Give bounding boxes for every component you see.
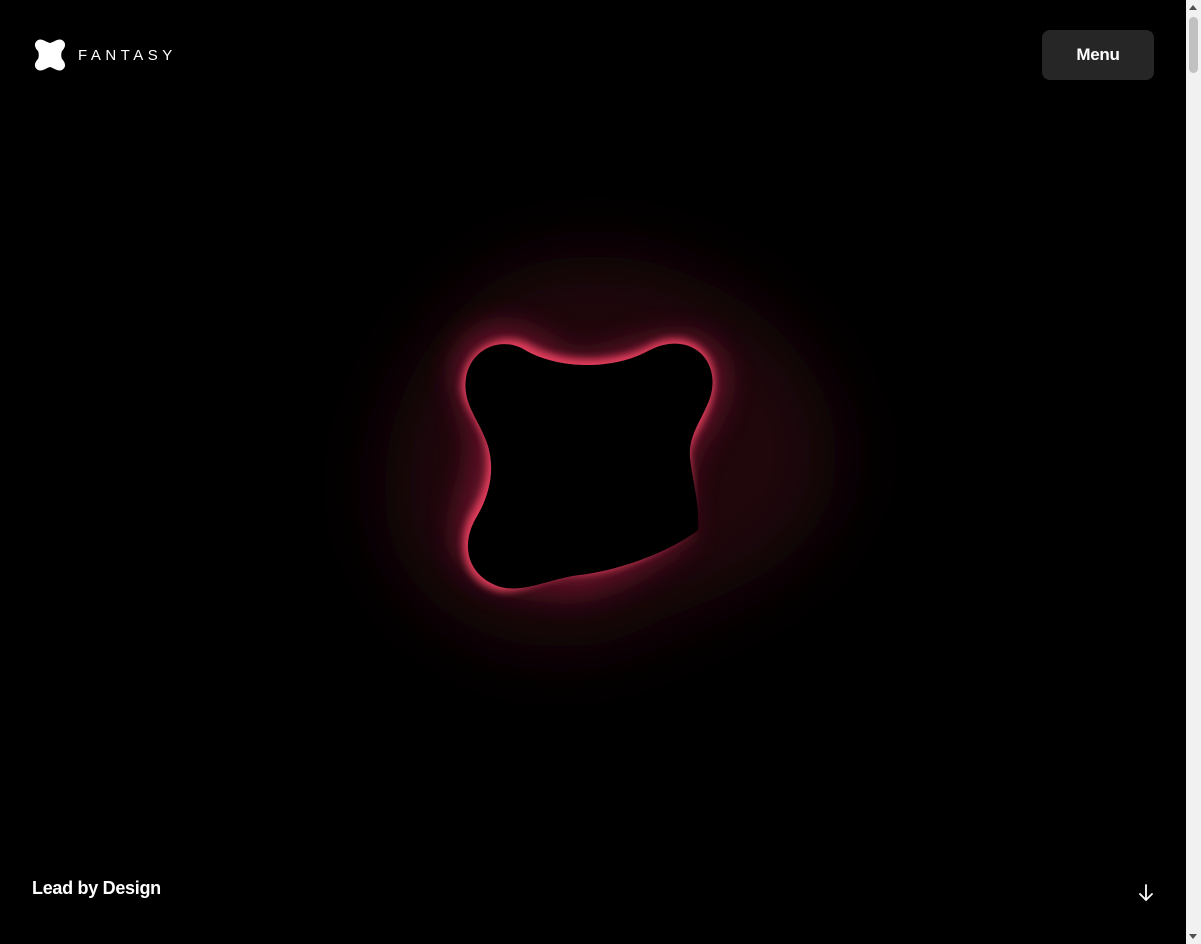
arrow-down-icon[interactable] xyxy=(1134,881,1158,905)
menu-button[interactable]: Menu xyxy=(1042,30,1154,80)
scrollbar-thumb[interactable] xyxy=(1189,17,1198,73)
brand-name: FANTASY xyxy=(78,46,177,64)
fantasy-logo-icon xyxy=(34,39,66,71)
page: FANTASY Menu Lead by Design xyxy=(0,0,1186,944)
vertical-scrollbar[interactable] xyxy=(1186,0,1201,944)
scroll-down-icon[interactable] xyxy=(1189,934,1197,939)
brand-logo[interactable]: FANTASY xyxy=(32,37,177,73)
scroll-up-icon[interactable] xyxy=(1189,5,1197,10)
hero-tagline: Lead by Design xyxy=(32,878,161,898)
hero-visual xyxy=(384,255,838,648)
